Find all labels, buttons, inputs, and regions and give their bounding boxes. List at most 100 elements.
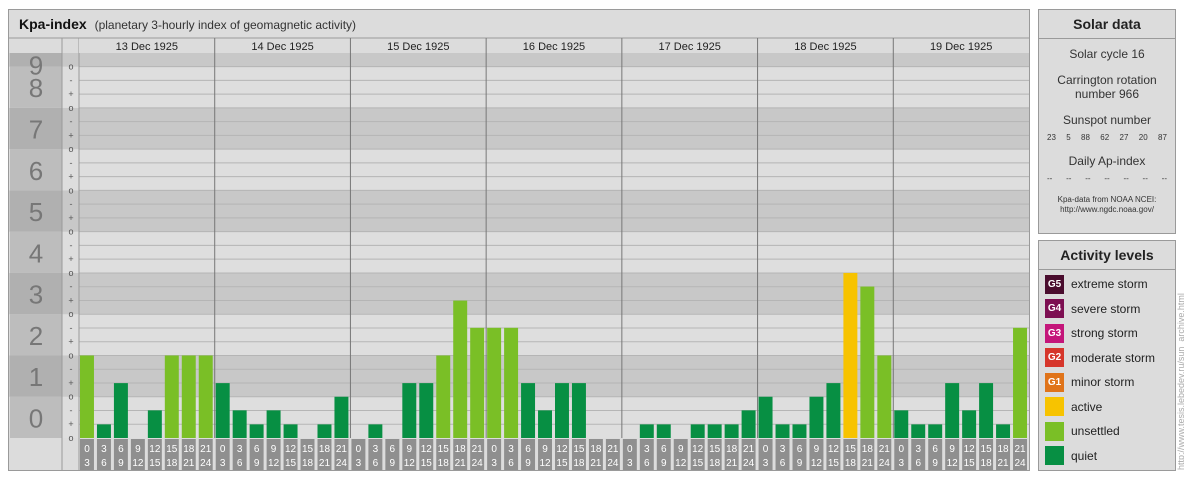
interval-end-label: 18 bbox=[573, 458, 585, 469]
interval-end-label: 12 bbox=[132, 458, 144, 469]
interval-start-label: 9 bbox=[407, 444, 413, 455]
interval-end-label: 24 bbox=[879, 458, 891, 469]
kp-bar bbox=[334, 396, 349, 438]
interval-end-label: 21 bbox=[455, 458, 467, 469]
kp-bar bbox=[894, 410, 909, 438]
interval-end-label: 21 bbox=[726, 458, 738, 469]
interval-end-label: 18 bbox=[166, 458, 178, 469]
ap-value: -- bbox=[1123, 174, 1129, 183]
y-minor-tick-label: - bbox=[70, 405, 73, 415]
y-minor-tick-label: o bbox=[68, 62, 73, 72]
interval-start-label: 0 bbox=[356, 444, 362, 455]
kp-bar bbox=[690, 424, 705, 438]
interval-end-label: 3 bbox=[491, 458, 497, 469]
ap-value: -- bbox=[1066, 174, 1072, 183]
interval-end-label: 12 bbox=[675, 458, 687, 469]
interval-end-label: 15 bbox=[421, 458, 433, 469]
interval-end-label: 21 bbox=[183, 458, 195, 469]
interval-start-label: 9 bbox=[949, 444, 955, 455]
sunspot-value: 88 bbox=[1081, 133, 1090, 142]
kp-bar bbox=[96, 424, 111, 438]
interval-end-label: 18 bbox=[438, 458, 450, 469]
interval-start-label: 9 bbox=[678, 444, 684, 455]
y-minor-tick-label: + bbox=[68, 172, 73, 182]
y-minor-tick-label: - bbox=[70, 117, 73, 127]
interval-start-label: 3 bbox=[915, 444, 921, 455]
kpa-chart-panel: Kpa-index (planetary 3-hourly index of g… bbox=[8, 9, 1030, 471]
kp-bar bbox=[724, 424, 739, 438]
kp-band bbox=[9, 272, 1029, 315]
interval-start-label: 15 bbox=[709, 444, 721, 455]
interval-start-label: 18 bbox=[997, 444, 1009, 455]
sunspot-label: Sunspot number bbox=[1062, 113, 1152, 127]
kp-bar bbox=[436, 355, 451, 438]
kp-bar bbox=[402, 383, 417, 438]
interval-end-label: 12 bbox=[268, 458, 280, 469]
interval-start-label: 21 bbox=[607, 444, 619, 455]
interval-start-label: 15 bbox=[845, 444, 857, 455]
kp-band bbox=[9, 314, 1029, 356]
interval-end-label: 6 bbox=[373, 458, 379, 469]
source-note-line1: Kpa-data from NOAA NCEI: bbox=[1057, 195, 1157, 204]
ap-value: -- bbox=[1085, 174, 1091, 183]
day-label: 14 Dec 1925 bbox=[251, 41, 313, 53]
interval-start-label: 12 bbox=[828, 444, 840, 455]
interval-start-label: 6 bbox=[932, 444, 938, 455]
y-minor-tick-label: + bbox=[68, 254, 73, 264]
interval-start-label: 12 bbox=[149, 444, 161, 455]
interval-start-label: 6 bbox=[390, 444, 396, 455]
interval-end-label: 6 bbox=[915, 458, 921, 469]
interval-start-label: 15 bbox=[981, 444, 993, 455]
y-major-tick-label: 1 bbox=[29, 362, 43, 392]
kp-bar bbox=[368, 424, 383, 438]
kp-bar bbox=[707, 424, 722, 438]
kp-band bbox=[9, 396, 1029, 438]
legend-swatch: G5 bbox=[1045, 274, 1064, 294]
interval-end-label: 24 bbox=[200, 458, 212, 469]
interval-start-label: 15 bbox=[573, 444, 585, 455]
interval-start-label: 3 bbox=[508, 444, 514, 455]
legend-label: severe storm bbox=[1071, 301, 1141, 316]
legend-label: active bbox=[1071, 399, 1103, 414]
y-major-tick-label: 5 bbox=[29, 197, 43, 227]
y-minor-tick-label: + bbox=[68, 337, 73, 347]
legend-item-quiet: quiet bbox=[1045, 446, 1097, 466]
y-minor-tick-label: o bbox=[68, 309, 73, 319]
y-major-tick-label: 2 bbox=[29, 321, 43, 351]
source-watermark: http://www.tesis.lebedev.ru/sun_archive.… bbox=[1176, 293, 1184, 470]
interval-end-label: 21 bbox=[319, 458, 331, 469]
interval-start-label: 6 bbox=[797, 444, 803, 455]
interval-start-label: 18 bbox=[590, 444, 602, 455]
interval-end-label: 18 bbox=[981, 458, 993, 469]
kp-band bbox=[9, 107, 1029, 150]
kp-bar bbox=[215, 383, 230, 438]
interval-start-label: 18 bbox=[183, 444, 195, 455]
interval-start-label: 6 bbox=[118, 444, 124, 455]
interval-end-label: 9 bbox=[932, 458, 938, 469]
kp-bar bbox=[198, 355, 213, 438]
interval-end-label: 6 bbox=[780, 458, 786, 469]
interval-start-label: 15 bbox=[438, 444, 450, 455]
interval-start-label: 21 bbox=[200, 444, 212, 455]
interval-start-label: 9 bbox=[271, 444, 277, 455]
kp-bar bbox=[792, 424, 807, 438]
legend-item-extreme-storm: G5 extreme storm bbox=[1045, 274, 1148, 294]
activity-levels-heading: Activity levels bbox=[1039, 241, 1175, 270]
kp-band bbox=[9, 66, 1029, 108]
kp-bar bbox=[656, 424, 671, 438]
day-label: 18 Dec 1925 bbox=[794, 41, 856, 53]
interval-start-label: 3 bbox=[373, 444, 379, 455]
interval-start-label: 21 bbox=[879, 444, 891, 455]
y-major-tick-label: 7 bbox=[29, 115, 43, 145]
kp-bar bbox=[571, 383, 586, 438]
interval-end-label: 12 bbox=[539, 458, 551, 469]
interval-start-label: 3 bbox=[101, 444, 107, 455]
y-major-tick-label: 9 bbox=[29, 51, 43, 81]
kp-bar bbox=[419, 383, 434, 438]
kp-bar bbox=[860, 286, 875, 438]
kp-bar bbox=[741, 410, 756, 438]
interval-start-label: 12 bbox=[964, 444, 976, 455]
interval-end-label: 6 bbox=[644, 458, 650, 469]
kp-bar bbox=[521, 383, 536, 438]
interval-end-label: 3 bbox=[356, 458, 362, 469]
